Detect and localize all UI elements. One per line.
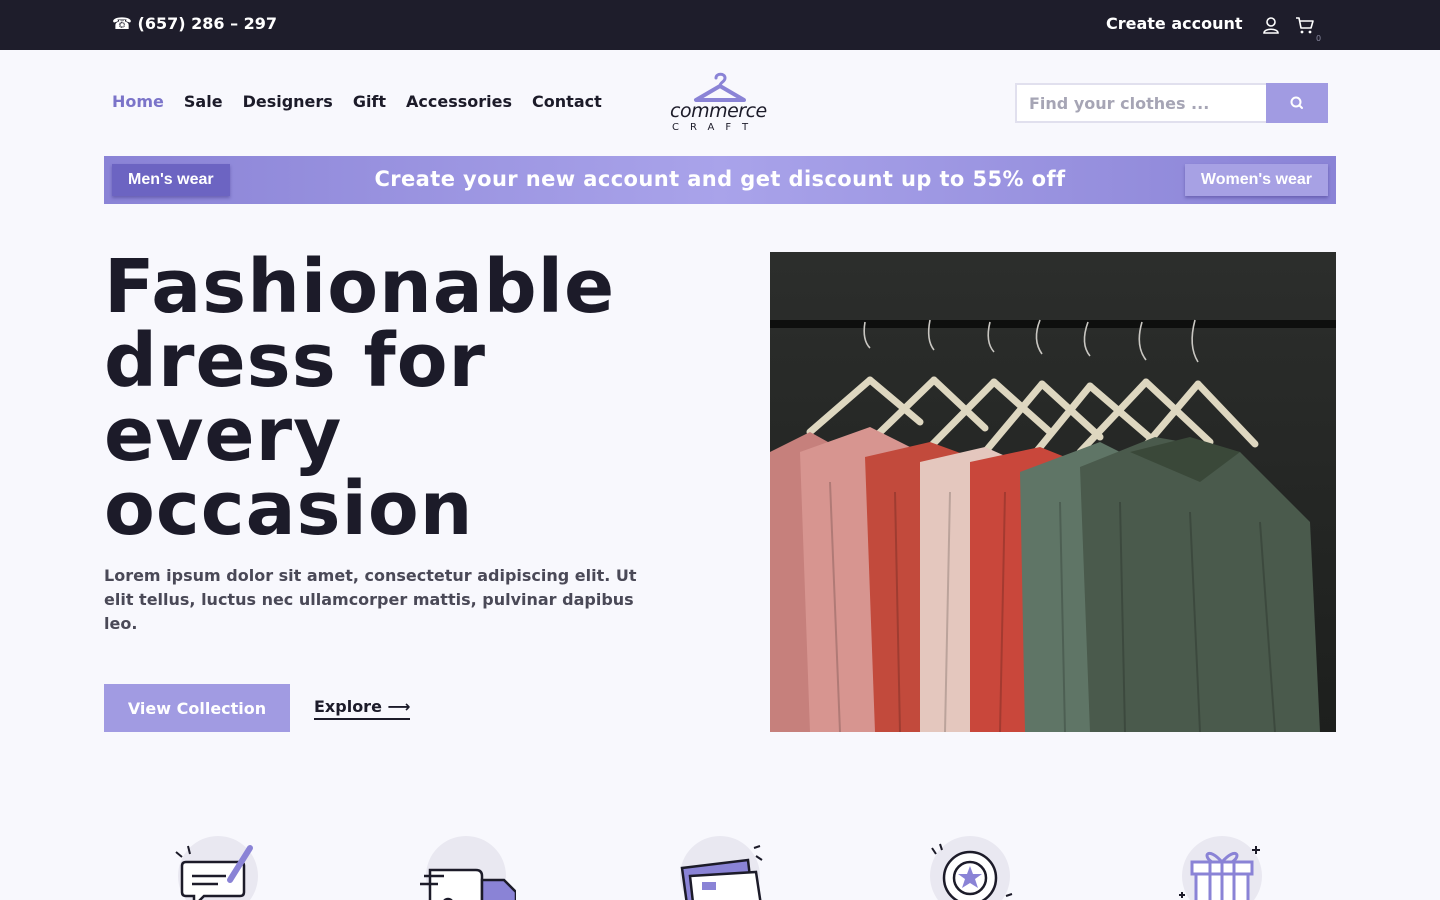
hero-image: [770, 252, 1336, 732]
nav-item-home[interactable]: Home: [112, 92, 164, 111]
cart-count: 0: [1316, 34, 1322, 43]
feature-quality: [920, 832, 1020, 900]
nav-item-accessories[interactable]: Accessories: [406, 92, 512, 111]
hero-description: Lorem ipsum dolor sit amet, consectetur …: [104, 566, 637, 633]
feature-delivery: [416, 832, 516, 900]
phone-number[interactable]: ☎ (657) 286 – 297: [112, 14, 277, 33]
nav-item-sale[interactable]: Sale: [184, 92, 223, 111]
view-collection-button[interactable]: View Collection: [104, 684, 290, 732]
nav-item-gift[interactable]: Gift: [353, 92, 386, 111]
nav-item-designers[interactable]: Designers: [243, 92, 333, 111]
logo[interactable]: commerce CRAFT: [668, 72, 772, 136]
search-bar: [1015, 83, 1328, 123]
credit-card-icon: [680, 845, 763, 900]
womens-wear-button[interactable]: Women's wear: [1184, 164, 1328, 196]
logo-word: commerce: [670, 100, 767, 122]
nav-item-contact[interactable]: Contact: [532, 92, 602, 111]
main-nav: Home Sale Designers Gift Accessories Con…: [112, 92, 602, 111]
promo-banner: Men's wear Create your new account and g…: [104, 156, 1336, 204]
gift-box-icon: [1179, 846, 1260, 900]
feature-chat: [168, 832, 268, 900]
user-icon[interactable]: [1262, 16, 1280, 34]
create-account-link[interactable]: Create account: [1106, 14, 1243, 33]
logo-subtitle: CRAFT: [672, 122, 760, 133]
search-button[interactable]: [1266, 83, 1328, 123]
promo-message: Create your new account and get discount…: [374, 167, 1066, 191]
feature-payment: [670, 832, 770, 900]
quality-badge-icon: [931, 843, 1013, 900]
explore-link[interactable]: Explore ⟶: [314, 697, 411, 720]
search-input[interactable]: [1015, 83, 1267, 123]
top-bar: ☎ (657) 286 – 297 Create account 0: [0, 0, 1440, 50]
feature-gift: [1172, 832, 1272, 900]
delivery-truck-icon: [420, 868, 516, 900]
cart-icon[interactable]: [1295, 15, 1315, 35]
chat-edit-icon: [175, 845, 253, 900]
hero-title: Fashionable dress for every occasion: [104, 244, 616, 552]
search-icon: [1290, 96, 1304, 109]
